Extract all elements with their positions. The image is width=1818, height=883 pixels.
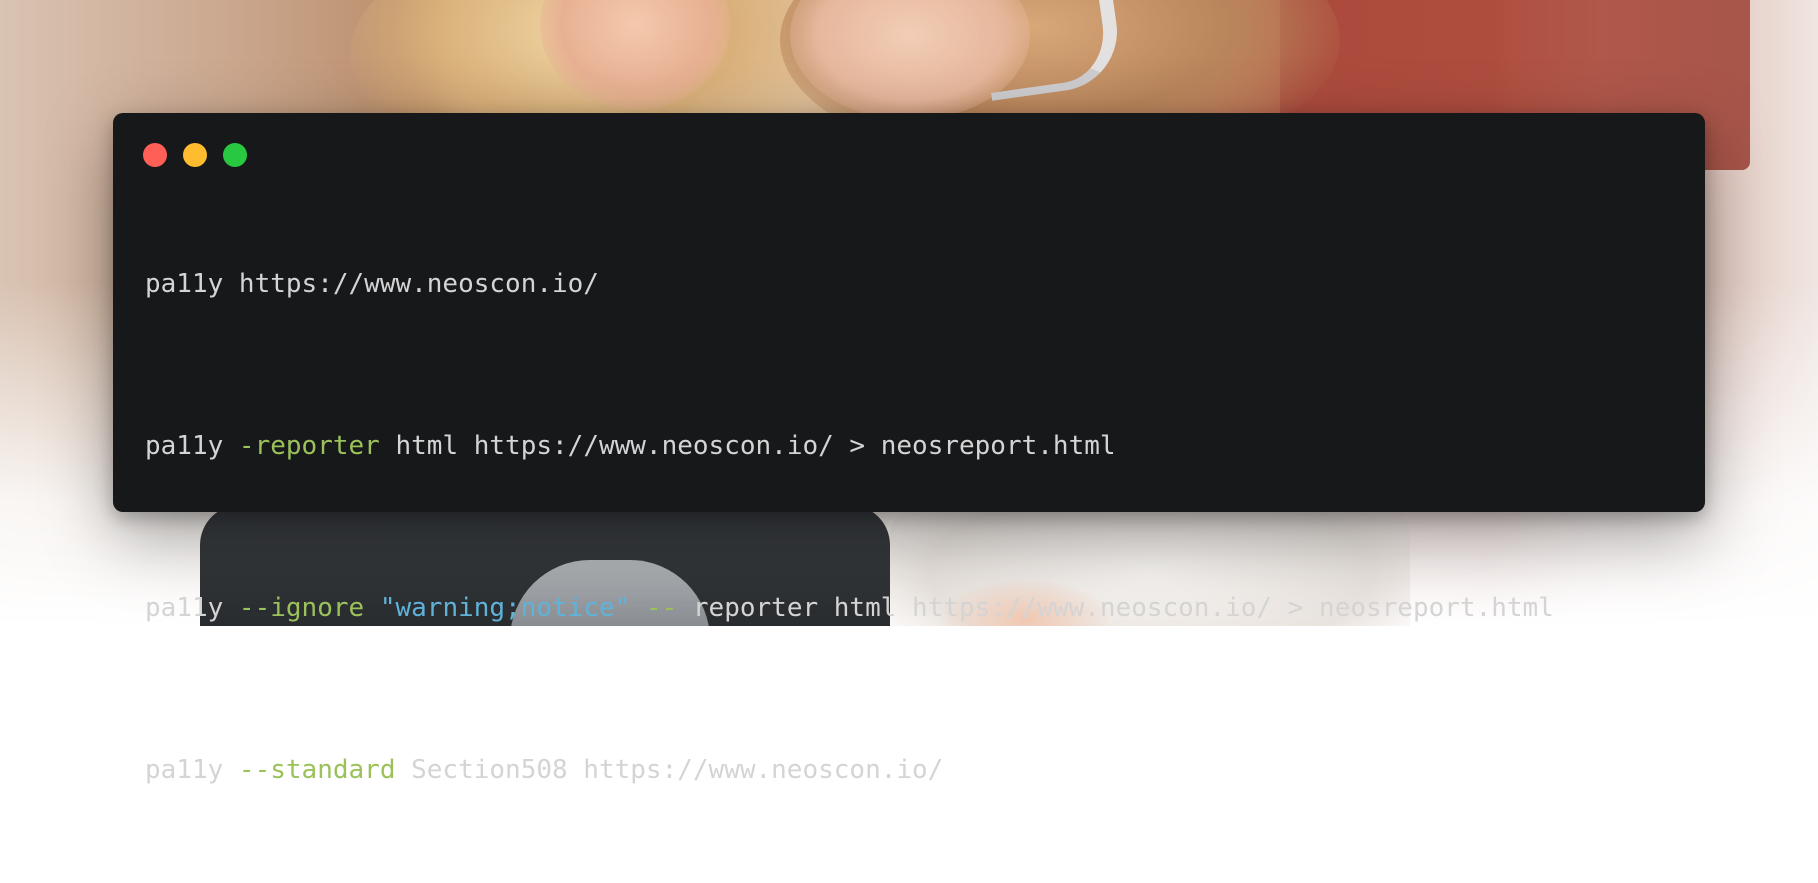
- argument-token: html https://www.neoscon.io/ > neosrepor…: [379, 431, 1116, 461]
- code-block: pa11y https://www.neoscon.io/ pa11y -rep…: [145, 205, 1554, 883]
- maximize-icon[interactable]: [223, 143, 247, 167]
- flag-token: --standard: [223, 755, 396, 785]
- flag-token: --ignore: [223, 593, 365, 623]
- argument-token: https://www.neoscon.io/: [223, 269, 599, 299]
- command-token: pa11y: [145, 431, 224, 461]
- command-token: pa11y: [145, 593, 224, 623]
- string-token: "warning;notice": [364, 593, 631, 623]
- command-token: pa11y: [145, 269, 224, 299]
- argument-token: reporter html https://www.neoscon.io/ > …: [677, 593, 1554, 623]
- code-line-3: pa11y --ignore "warning;notice" -- repor…: [145, 589, 1554, 661]
- window-controls: [143, 143, 247, 167]
- code-line-4: pa11y --standard Section508 https://www.…: [145, 751, 1554, 823]
- terminal-window: pa11y https://www.neoscon.io/ pa11y -rep…: [113, 113, 1705, 785]
- close-icon[interactable]: [143, 143, 167, 167]
- flag-token: -reporter: [223, 431, 380, 461]
- minimize-icon[interactable]: [183, 143, 207, 167]
- command-token: pa11y: [145, 755, 224, 785]
- argument-token: Section508 https://www.neoscon.io/: [395, 755, 944, 785]
- code-line-1: pa11y https://www.neoscon.io/: [145, 265, 1554, 337]
- code-line-2: pa11y -reporter html https://www.neoscon…: [145, 427, 1554, 499]
- flag-token: --: [630, 593, 678, 623]
